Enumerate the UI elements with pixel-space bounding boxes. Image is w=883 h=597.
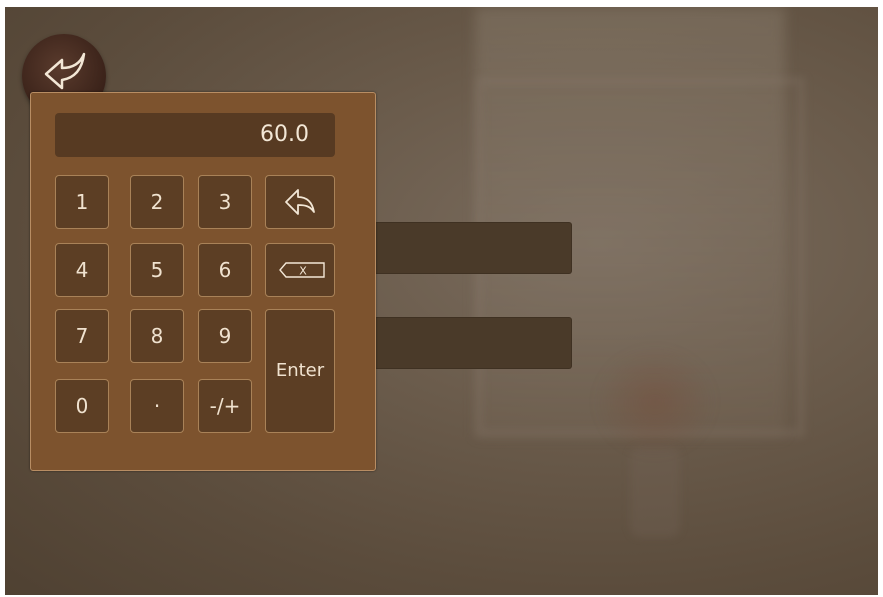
svg-text:X: X bbox=[299, 265, 307, 278]
undo-arrow-icon bbox=[285, 189, 315, 215]
key-9[interactable]: 9 bbox=[198, 309, 252, 363]
backspace-button[interactable]: X bbox=[265, 243, 335, 297]
return-arrow-icon bbox=[44, 52, 86, 90]
keypad-display: 60.0 bbox=[55, 113, 335, 157]
key-sign-toggle[interactable]: -/+ bbox=[198, 379, 252, 433]
key-8[interactable]: 8 bbox=[130, 309, 184, 363]
key-2[interactable]: 2 bbox=[130, 175, 184, 229]
numeric-keypad-panel: 60.0 1 2 3 4 5 6 X 7 8 9 Enter 0 · -/+ bbox=[30, 92, 376, 471]
key-7[interactable]: 7 bbox=[55, 309, 109, 363]
key-3[interactable]: 3 bbox=[198, 175, 252, 229]
key-4[interactable]: 4 bbox=[55, 243, 109, 297]
key-decimal[interactable]: · bbox=[130, 379, 184, 433]
blurred-plant bbox=[595, 347, 715, 457]
backspace-icon: X bbox=[279, 262, 325, 278]
background-field-1[interactable] bbox=[374, 222, 572, 274]
key-5[interactable]: 5 bbox=[130, 243, 184, 297]
blurred-vase bbox=[630, 447, 680, 537]
background-field-2[interactable] bbox=[374, 317, 572, 369]
key-0[interactable]: 0 bbox=[55, 379, 109, 433]
undo-button[interactable] bbox=[265, 175, 335, 229]
key-6[interactable]: 6 bbox=[198, 243, 252, 297]
key-1[interactable]: 1 bbox=[55, 175, 109, 229]
enter-button[interactable]: Enter bbox=[265, 309, 335, 433]
